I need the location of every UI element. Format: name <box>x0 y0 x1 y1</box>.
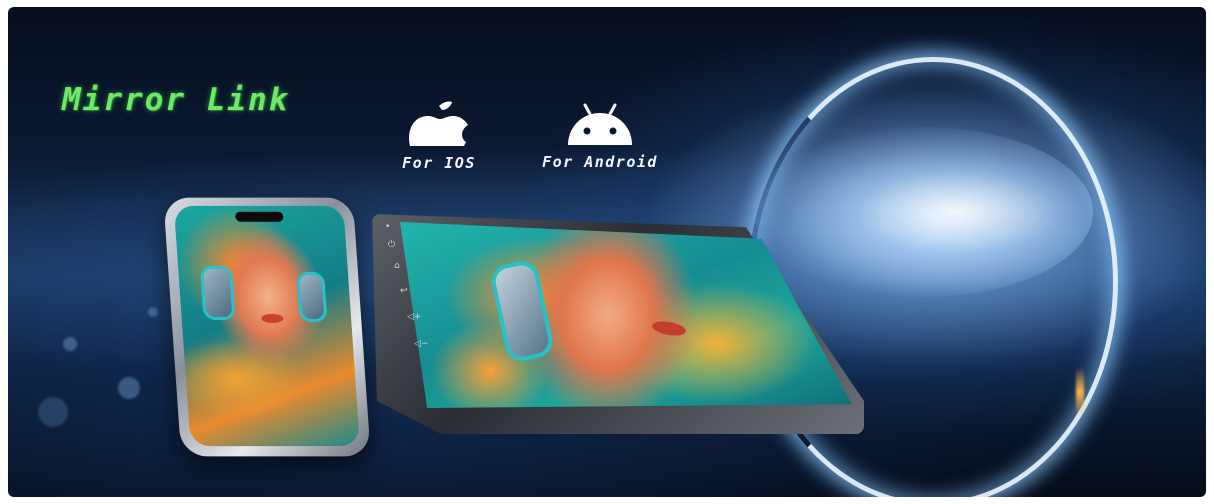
bokeh-light <box>148 307 158 317</box>
phone-notch <box>235 211 284 222</box>
volume-up-icon: ◁+ <box>407 312 422 322</box>
platform-label: For IOS <box>402 154 476 172</box>
headphone-icon <box>199 265 236 320</box>
ring-flare <box>1076 367 1084 417</box>
bokeh-light <box>63 337 77 351</box>
platform-label: For Android <box>542 153 658 171</box>
volume-down-icon: ◁− <box>414 339 429 349</box>
headphone-icon <box>296 271 328 322</box>
back-icon: ↩ <box>400 286 408 296</box>
power-icon: ⏻ <box>388 240 396 250</box>
bokeh-light <box>38 397 68 427</box>
smartphone-image <box>163 197 371 457</box>
apple-icon <box>408 101 468 146</box>
platform-android: For Android <box>528 103 672 171</box>
android-icon <box>568 103 632 145</box>
phone-screen <box>173 205 361 447</box>
home-icon: ⌂ <box>394 261 400 271</box>
platform-ios: For IOS <box>384 100 494 172</box>
mic-icon: • <box>385 222 391 232</box>
artwork-detail <box>261 313 284 323</box>
bokeh-light <box>118 377 140 399</box>
banner-title: Mirror Link <box>62 82 290 118</box>
